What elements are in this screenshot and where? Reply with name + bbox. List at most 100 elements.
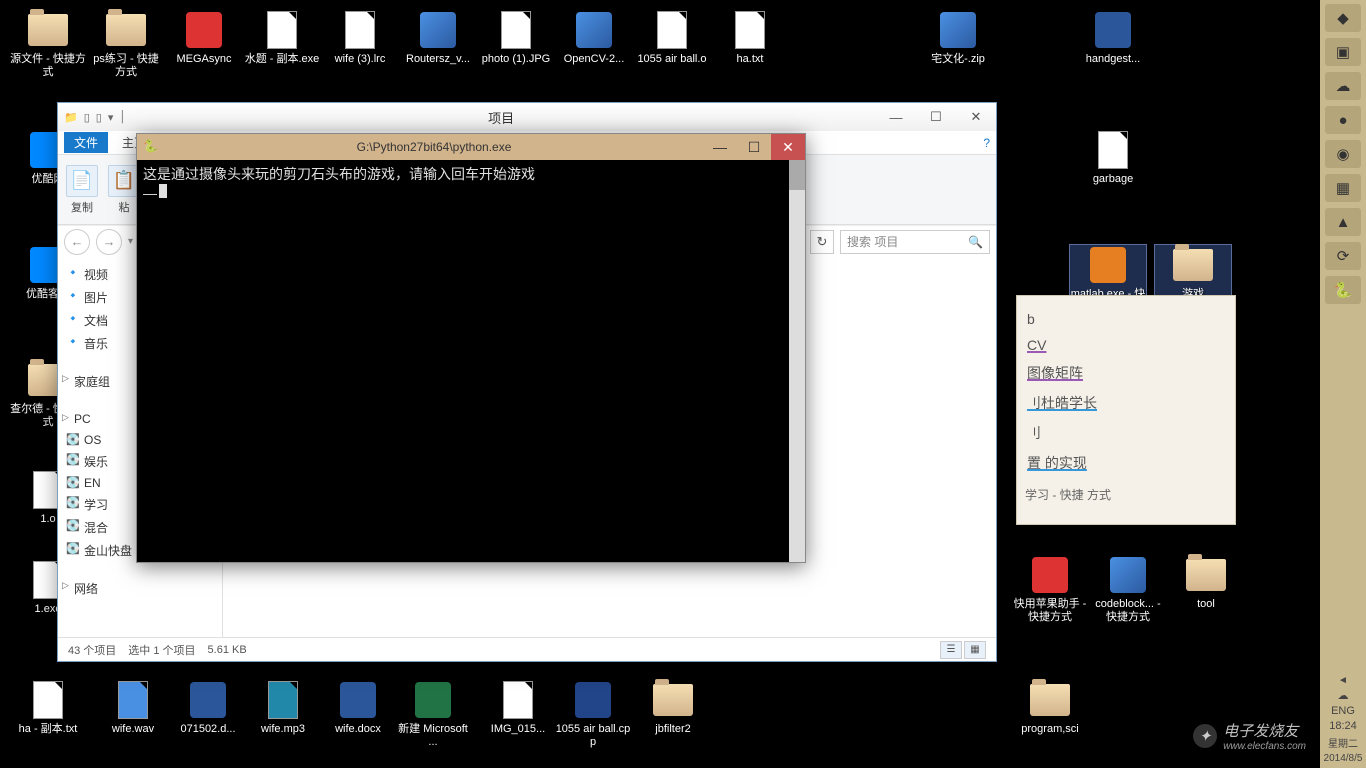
exe-icon bbox=[184, 10, 224, 50]
console-window: 🐍 G:\Python27bit64\python.exe — ☐ ✕ 这是通过… bbox=[136, 133, 806, 563]
desktop-icon[interactable]: 游戏 bbox=[1155, 245, 1231, 301]
icon-label: Routersz_v... bbox=[400, 53, 476, 66]
desktop-icon[interactable]: 新建 Microsoft ... bbox=[395, 680, 471, 749]
desktop-icon[interactable]: wife (3).lrc bbox=[322, 10, 398, 66]
file-tab[interactable]: 文件 bbox=[64, 132, 108, 153]
appbar-item[interactable]: ◉ bbox=[1325, 140, 1361, 168]
desktop-icon[interactable]: photo (1).JPG bbox=[478, 10, 554, 66]
appbar-item[interactable]: 🐍 bbox=[1325, 276, 1361, 304]
desktop-icon[interactable]: 1055 air ball.cpp bbox=[555, 680, 631, 749]
sticky-line[interactable]: b bbox=[1025, 306, 1227, 332]
sticky-line[interactable]: 刂 bbox=[1025, 418, 1227, 448]
desktop-icon[interactable]: IMG_015... bbox=[480, 680, 556, 736]
sticky-note[interactable]: bCV图像矩阵刂杜皓学长刂置 的实现学习 - 快捷 方式 bbox=[1016, 295, 1236, 525]
sidebar-header[interactable]: ▷网络 bbox=[58, 576, 222, 601]
appbar-item[interactable]: ▲ bbox=[1325, 208, 1361, 236]
view-icons-button[interactable]: ▦ bbox=[964, 641, 986, 659]
right-app-bar: ◆ ▣ ☁ ● ◉ ▦ ▲ ⟳ 🐍 bbox=[1320, 0, 1366, 768]
appbar-item[interactable]: ⟳ bbox=[1325, 242, 1361, 270]
console-close-button[interactable]: ✕ bbox=[771, 134, 805, 160]
appbar-item[interactable]: ☁ bbox=[1325, 72, 1361, 100]
qat-item[interactable]: ▯ bbox=[84, 111, 90, 124]
console-scrollbar[interactable] bbox=[789, 160, 805, 562]
desktop-icon[interactable]: program,sci bbox=[1012, 680, 1088, 736]
desktop-icon[interactable]: ps练习 - 快捷方式 bbox=[88, 10, 164, 79]
exe-icon bbox=[418, 10, 458, 50]
desktop-icon[interactable]: codeblock... - 快捷方式 bbox=[1090, 555, 1166, 624]
desktop-icon[interactable]: MEGAsync bbox=[166, 10, 242, 66]
icon-label: wife (3).lrc bbox=[322, 53, 398, 66]
desktop-icon[interactable]: 快用苹果助手 - 快捷方式 bbox=[1012, 555, 1088, 624]
desktop-icon[interactable]: 1055 air ball.o bbox=[634, 10, 710, 66]
back-button[interactable]: ← bbox=[64, 229, 90, 255]
desktop-icon[interactable]: 宅文化-.zip bbox=[920, 10, 996, 66]
console-body[interactable]: 这是通过摄像头来玩的剪刀石头布的游戏，请输入回车开始游戏 — bbox=[137, 160, 805, 562]
file-icon bbox=[498, 680, 538, 720]
console-minimize-button[interactable]: — bbox=[703, 134, 737, 160]
appbar-item[interactable]: ● bbox=[1325, 106, 1361, 134]
desktop-icon[interactable]: wife.wav bbox=[95, 680, 171, 736]
desktop-icon[interactable]: wife.mp3 bbox=[245, 680, 321, 736]
exe-icon bbox=[573, 680, 613, 720]
copy-button[interactable]: 📄 复制 bbox=[66, 165, 98, 215]
icon-label: OpenCV-2... bbox=[556, 53, 632, 66]
sticky-line[interactable]: 置 的实现 bbox=[1025, 448, 1227, 478]
desktop-icon[interactable]: 源文件 - 快捷方式 bbox=[10, 10, 86, 79]
clock-day: 星期二 bbox=[1320, 735, 1366, 750]
close-button[interactable]: ✕ bbox=[956, 106, 996, 128]
sticky-line[interactable]: CV bbox=[1025, 332, 1227, 358]
icon-label: garbage bbox=[1075, 173, 1151, 186]
explorer-titlebar[interactable]: 📁 ▯ ▯ ▾ │ 项目 — ☐ ✕ bbox=[58, 103, 996, 131]
icon-label: codeblock... - 快捷方式 bbox=[1090, 598, 1166, 624]
maximize-button[interactable]: ☐ bbox=[916, 106, 956, 128]
search-icon: 🔍 bbox=[968, 235, 983, 249]
icon-label: wife.docx bbox=[320, 723, 396, 736]
help-icon[interactable]: ? bbox=[983, 136, 990, 150]
desktop-icon[interactable]: handgest... bbox=[1075, 10, 1151, 66]
history-dropdown[interactable]: ▾ bbox=[128, 236, 133, 247]
exe-icon bbox=[1093, 10, 1133, 50]
exe-icon bbox=[1088, 245, 1128, 285]
copy-icon: 📄 bbox=[66, 165, 98, 197]
desktop-icon[interactable]: jbfilter2 bbox=[635, 680, 711, 736]
selected-count: 选中 1 个项目 bbox=[128, 642, 195, 658]
appbar-item[interactable]: ▦ bbox=[1325, 174, 1361, 202]
icon-label: photo (1).JPG bbox=[478, 53, 554, 66]
desktop-icon[interactable]: garbage bbox=[1075, 130, 1151, 186]
appbar-item[interactable]: ◆ bbox=[1325, 4, 1361, 32]
folder-icon bbox=[28, 10, 68, 50]
desktop-icon[interactable]: OpenCV-2... bbox=[556, 10, 632, 66]
desktop-icon[interactable]: ha.txt bbox=[712, 10, 788, 66]
exe-icon bbox=[1030, 555, 1070, 595]
appbar-item[interactable]: ▣ bbox=[1325, 38, 1361, 66]
python-icon: 🐍 bbox=[143, 139, 159, 155]
exe-icon bbox=[1108, 555, 1148, 595]
search-box[interactable]: 搜索 项目 🔍 bbox=[840, 230, 990, 254]
desktop-icon[interactable]: Routersz_v... bbox=[400, 10, 476, 66]
desktop-icon[interactable]: tool bbox=[1168, 555, 1244, 611]
desktop-icon[interactable]: 071502.d... bbox=[170, 680, 246, 736]
tray-arrow[interactable]: ◄ bbox=[1320, 675, 1366, 686]
desktop-icon[interactable]: wife.docx bbox=[320, 680, 396, 736]
icon-label: 宅文化-.zip bbox=[920, 53, 996, 66]
minimize-button[interactable]: — bbox=[876, 106, 916, 128]
file-icon bbox=[28, 680, 68, 720]
console-maximize-button[interactable]: ☐ bbox=[737, 134, 771, 160]
sticky-line[interactable]: 刂杜皓学长 bbox=[1025, 388, 1227, 418]
desktop-icon[interactable]: ha - 副本.txt bbox=[10, 680, 86, 736]
exe-icon bbox=[938, 10, 978, 50]
view-details-button[interactable]: ☰ bbox=[940, 641, 962, 659]
exe-icon bbox=[574, 10, 614, 50]
scrollbar-thumb[interactable] bbox=[789, 160, 805, 190]
qat-dropdown[interactable]: ▾ bbox=[108, 111, 114, 124]
forward-button[interactable]: → bbox=[96, 229, 122, 255]
icon-label: 071502.d... bbox=[170, 723, 246, 736]
qat-item[interactable]: ▯ bbox=[96, 111, 102, 124]
input-language[interactable]: ENG bbox=[1320, 705, 1366, 717]
clock-time[interactable]: 18:24 bbox=[1320, 720, 1366, 732]
console-titlebar[interactable]: 🐍 G:\Python27bit64\python.exe — ☐ ✕ bbox=[137, 134, 805, 160]
desktop-icon[interactable]: 水题 - 副本.exe bbox=[244, 10, 320, 66]
sticky-line[interactable]: 图像矩阵 bbox=[1025, 358, 1227, 388]
tray-cloud-icon[interactable]: ☁ bbox=[1320, 689, 1366, 702]
refresh-button[interactable]: ↻ bbox=[810, 230, 834, 254]
